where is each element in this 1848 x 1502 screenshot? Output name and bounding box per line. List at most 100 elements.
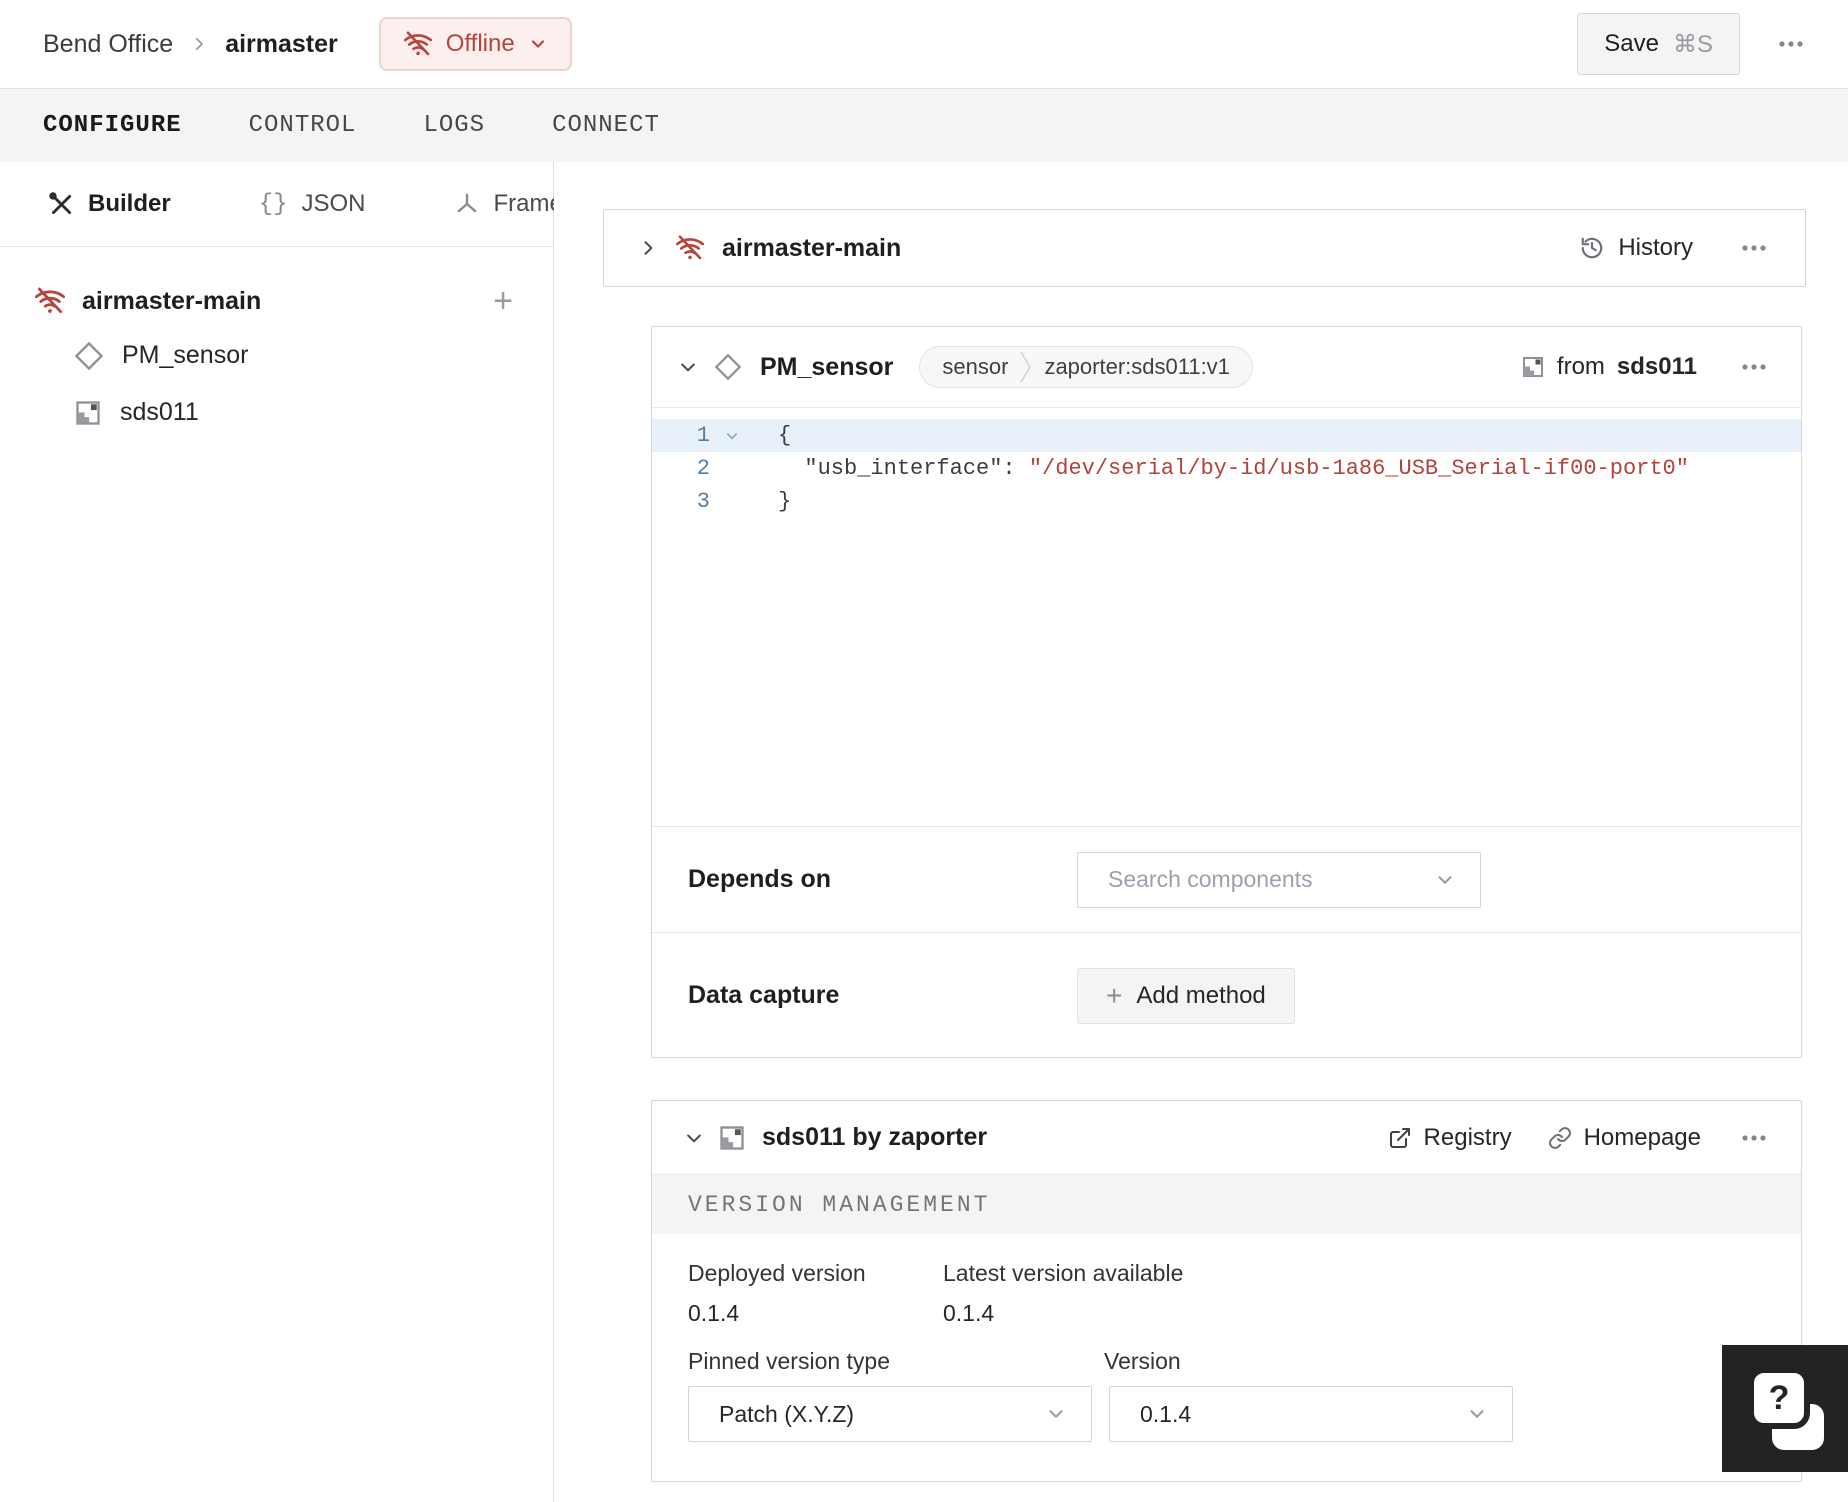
version-management-section-header: VERSION MANAGEMENT	[652, 1174, 1801, 1234]
homepage-label: Homepage	[1583, 1123, 1701, 1151]
ellipsis-icon	[1742, 364, 1766, 370]
diamond-icon	[714, 353, 742, 381]
tree-root-label: airmaster-main	[82, 286, 262, 315]
code-content: "usb_interface": "/dev/serial/by-id/usb-…	[778, 456, 1689, 481]
registry-label: Registry	[1423, 1123, 1512, 1151]
chevron-down-icon	[528, 34, 548, 54]
diamond-icon	[74, 341, 104, 371]
add-component-button[interactable]: +	[487, 284, 519, 318]
view-toggle-json[interactable]: {} JSON	[259, 190, 366, 218]
tab-control[interactable]: CONTROL	[249, 112, 357, 139]
tree-item-pm-sensor[interactable]: PM_sensor	[0, 327, 553, 384]
breadcrumb: Bend Office airmaster Offline	[43, 17, 572, 71]
depends-on-placeholder: Search components	[1108, 866, 1313, 892]
data-capture-row: Data capture + Add method	[652, 932, 1801, 1058]
content-area: Builder {} JSON Frame airmaster-main + P…	[0, 162, 1848, 1502]
wifi-off-icon	[675, 233, 705, 263]
chevron-right-icon[interactable]	[638, 238, 658, 258]
chevron-down-icon	[1438, 875, 1452, 884]
homepage-link[interactable]: Homepage	[1548, 1124, 1701, 1152]
breadcrumb-location[interactable]: Bend Office	[43, 30, 173, 59]
module-square-icon	[718, 1124, 746, 1152]
status-label: Offline	[445, 30, 515, 57]
from-label: from	[1556, 353, 1605, 380]
tab-connect[interactable]: CONNECT	[552, 112, 660, 139]
machine-overflow-menu-button[interactable]	[1774, 32, 1808, 56]
external-link-icon	[1389, 1127, 1410, 1148]
module-card-header: sds011 by zaporter Registry Homepage	[652, 1101, 1801, 1174]
chevron-down-icon[interactable]	[684, 1128, 704, 1148]
badge-separator-icon	[1020, 351, 1032, 383]
tree-item-sds011[interactable]: sds011	[0, 384, 553, 441]
code-line: 2 "usb_interface": "/dev/serial/by-id/us…	[652, 452, 1801, 485]
badge-type: sensor	[942, 354, 1009, 379]
pinned-version-type-select[interactable]: Patch (X.Y.Z)	[688, 1386, 1092, 1442]
module-overflow-menu-button[interactable]	[1737, 1126, 1771, 1150]
code-content: {	[778, 423, 792, 448]
depends-on-row: Depends on Search components	[652, 826, 1801, 932]
code-content: }	[778, 489, 792, 514]
tab-bar: CONFIGURE CONTROL LOGS CONNECT	[0, 88, 1848, 162]
axes-icon	[454, 191, 480, 217]
chevron-down-icon	[1049, 1410, 1063, 1418]
attributes-code-editor[interactable]: 1 { 2 "usb_interface": "/dev/serial/by-i…	[652, 408, 1801, 826]
top-bar-actions: Save ⌘S	[1577, 13, 1808, 75]
view-toggle-frame[interactable]: Frame	[454, 190, 563, 218]
line-number: 3	[696, 489, 710, 514]
module-title: sds011 by zaporter	[762, 1123, 988, 1151]
line-number: 2	[696, 456, 710, 481]
fold-chevron-icon[interactable]	[710, 429, 754, 443]
module-square-icon	[74, 399, 102, 427]
module-card: sds011 by zaporter Registry Homepage VER…	[651, 1100, 1802, 1482]
data-capture-label: Data capture	[688, 981, 840, 1009]
module-square-icon	[1522, 357, 1543, 377]
plus-icon: +	[1106, 979, 1123, 1011]
view-toggle-builder[interactable]: Builder	[48, 190, 171, 218]
from-module-link[interactable]: from sds011	[1521, 353, 1697, 381]
view-switcher: Builder {} JSON Frame	[0, 162, 563, 247]
status-dropdown[interactable]: Offline	[378, 17, 572, 71]
code-line: 1 {	[652, 419, 1801, 452]
depends-on-select[interactable]: Search components	[1077, 851, 1481, 908]
part-overflow-menu-button[interactable]	[1737, 236, 1771, 260]
component-card-actions: from sds011	[1521, 353, 1771, 381]
tab-logs[interactable]: LOGS	[423, 112, 485, 139]
clock-rotate-ccw-icon	[1582, 237, 1603, 259]
add-method-button[interactable]: + Add method	[1077, 967, 1295, 1024]
part-card-title: airmaster-main	[722, 233, 902, 262]
component-tree: airmaster-main + PM_sensor sds011	[0, 247, 553, 441]
version-select[interactable]: 0.1.4	[1109, 1386, 1513, 1442]
tree-item-airmaster-main[interactable]: airmaster-main +	[0, 275, 553, 327]
depends-on-label: Depends on	[688, 865, 832, 893]
latest-version-label: Latest version available	[943, 1260, 1184, 1286]
chain-link-icon	[1548, 1126, 1571, 1149]
app-root: Bend Office airmaster Offline Save ⌘S CO…	[0, 0, 1848, 1502]
line-number: 1	[696, 423, 710, 448]
deployed-version-label: Deployed version	[688, 1260, 866, 1286]
registry-link[interactable]: Registry	[1388, 1124, 1512, 1152]
history-button[interactable]: History	[1579, 234, 1693, 262]
question-glyph: ?	[1768, 1378, 1790, 1417]
component-type-badge: sensor zaporter:sds011:v1	[919, 346, 1253, 388]
tree-child-label: sds011	[120, 398, 199, 426]
breadcrumb-separator-icon	[190, 35, 208, 53]
save-button[interactable]: Save ⌘S	[1577, 13, 1740, 75]
add-method-label: Add method	[1136, 981, 1266, 1009]
badge-model: zaporter:sds011:v1	[1044, 354, 1230, 379]
part-card-actions: History	[1579, 234, 1771, 262]
history-label: History	[1618, 234, 1693, 261]
wifi-off-icon	[403, 29, 433, 59]
help-button[interactable]: ?	[1722, 1345, 1848, 1472]
chevron-down-icon[interactable]	[678, 357, 698, 377]
component-title: PM_sensor	[760, 352, 894, 381]
view-label: JSON	[301, 190, 366, 217]
component-card-header: PM_sensor sensor zaporter:sds011:v1 from…	[652, 327, 1801, 408]
tab-configure[interactable]: CONFIGURE	[43, 112, 182, 139]
sidebar: Builder {} JSON Frame airmaster-main + P…	[0, 162, 563, 1502]
ellipsis-icon	[1742, 245, 1766, 251]
tree-child-label: PM_sensor	[122, 341, 249, 369]
component-overflow-menu-button[interactable]	[1737, 355, 1771, 379]
deployed-version-value: 0.1.4	[688, 1300, 740, 1326]
tools-cross-icon	[48, 191, 74, 217]
save-label: Save	[1604, 30, 1659, 57]
